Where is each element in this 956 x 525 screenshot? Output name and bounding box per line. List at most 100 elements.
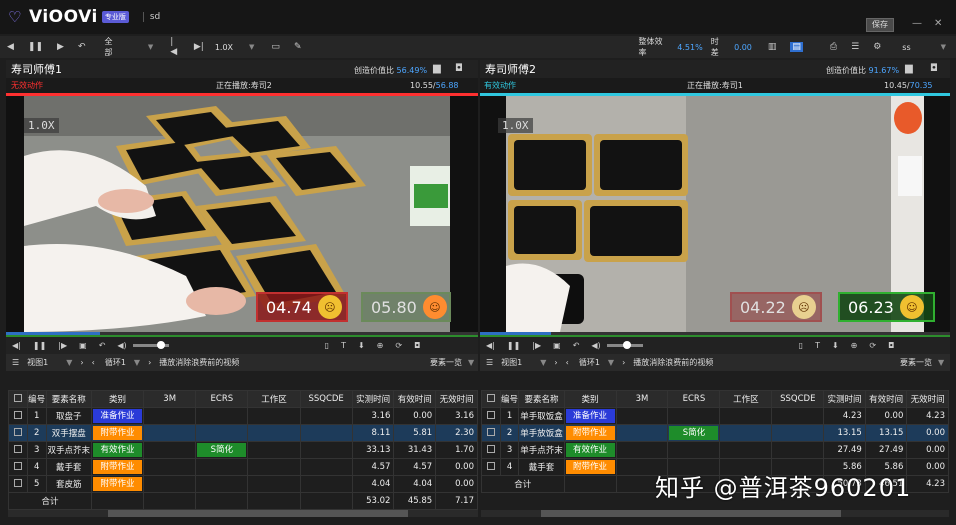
- table-row[interactable]: 3 单手点芥末 有效作业 27.49 27.49 0.00: [481, 441, 949, 459]
- chevron-left-icon[interactable]: ‹: [566, 358, 569, 367]
- snapshot-icon[interactable]: ▣: [79, 341, 87, 350]
- user-select[interactable]: ss: [902, 43, 910, 52]
- volume-icon[interactable]: ◀): [591, 341, 600, 350]
- row-checkbox[interactable]: [481, 424, 501, 442]
- prev-frame-icon[interactable]: ◀|: [12, 341, 21, 350]
- chevron-down-icon[interactable]: ▼: [249, 43, 254, 51]
- column-header[interactable]: 实测时间: [351, 390, 395, 408]
- pause-icon[interactable]: ❚❚: [33, 341, 46, 350]
- refresh-icon[interactable]: ⟳: [869, 341, 876, 350]
- table-row[interactable]: 2 双手摆盘 附带作业 8.11 5.81 2.30: [8, 424, 478, 442]
- chevron-left-icon[interactable]: ‹: [92, 358, 95, 367]
- chevron-down-icon[interactable]: ▼: [468, 358, 474, 367]
- print-icon[interactable]: ⎙: [830, 42, 837, 52]
- table-row[interactable]: 4 戴手套 附带作业 4.57 4.57 0.00: [8, 458, 478, 476]
- chevron-down-icon[interactable]: ▼: [941, 43, 946, 51]
- pen-icon[interactable]: ✎: [294, 42, 302, 52]
- loop-select[interactable]: 循环1: [579, 357, 600, 368]
- pause-icon[interactable]: ❚❚: [507, 341, 520, 350]
- element-mode-select[interactable]: 要素一览: [900, 357, 932, 368]
- row-checkbox[interactable]: [8, 475, 28, 493]
- speed-select[interactable]: 1.0X: [215, 43, 233, 52]
- column-header[interactable]: ECRS: [667, 390, 721, 408]
- step-forward-icon[interactable]: ▶|: [194, 42, 204, 52]
- undo-icon[interactable]: ↶: [78, 42, 86, 52]
- camera-icon[interactable]: ◘: [930, 63, 938, 74]
- play-icon[interactable]: ▶: [57, 42, 64, 52]
- refresh-icon[interactable]: ⟳: [395, 341, 402, 350]
- select-all-checkbox[interactable]: [481, 390, 501, 408]
- minimize-icon[interactable]: —: [912, 18, 922, 29]
- table-row[interactable]: 5 套皮筋 附带作业 4.04 4.04 0.00: [8, 475, 478, 493]
- chevron-right-icon[interactable]: ›: [80, 358, 83, 367]
- video-player[interactable]: 1.0X 04.74 ☹ 05.80 ☺: [6, 96, 478, 332]
- loop-select[interactable]: 循环1: [105, 357, 126, 368]
- camera-icon[interactable]: ◘: [888, 341, 894, 350]
- row-checkbox[interactable]: [481, 458, 501, 476]
- column-header[interactable]: SSQCDE: [299, 390, 353, 408]
- table-row[interactable]: 1 取盘子 准备作业 3.16 0.00 3.16: [8, 407, 478, 425]
- select-all-checkbox[interactable]: [8, 390, 28, 408]
- horizontal-scrollbar[interactable]: [481, 510, 949, 517]
- single-view-icon[interactable]: ▤: [790, 42, 803, 52]
- row-checkbox[interactable]: [481, 441, 501, 459]
- column-header[interactable]: 实测时间: [823, 390, 866, 408]
- menu-icon[interactable]: ☰: [851, 42, 859, 52]
- horizontal-scrollbar[interactable]: [8, 510, 478, 517]
- document-icon[interactable]: ▯: [325, 341, 329, 350]
- document-icon[interactable]: ▯: [799, 341, 803, 350]
- element-mode-select[interactable]: 要素一览: [430, 357, 462, 368]
- column-header[interactable]: 3M: [615, 390, 669, 408]
- play-mode-label[interactable]: 播放消除浪费前的视频: [633, 357, 713, 368]
- zoom-in-icon[interactable]: ⊕: [851, 341, 858, 350]
- comment-icon[interactable]: ▭: [271, 42, 280, 52]
- save-button[interactable]: 保存: [866, 18, 894, 32]
- chevron-down-icon[interactable]: ▼: [66, 358, 72, 367]
- view-select[interactable]: 视图1: [27, 357, 48, 368]
- column-header[interactable]: 有效时间: [864, 390, 908, 408]
- gear-icon[interactable]: ⚙: [873, 42, 881, 52]
- volume-icon[interactable]: ◀): [117, 341, 126, 350]
- column-header[interactable]: ECRS: [195, 390, 249, 408]
- filter-select[interactable]: 全部: [104, 36, 119, 58]
- download-icon[interactable]: ⬇: [832, 341, 839, 350]
- menu-icon[interactable]: ☰: [486, 358, 493, 367]
- close-icon[interactable]: ✕: [934, 18, 942, 29]
- row-checkbox[interactable]: [8, 407, 28, 425]
- folder-icon[interactable]: ▆: [905, 63, 913, 74]
- undo-icon[interactable]: ↶: [99, 341, 106, 350]
- table-row[interactable]: 2 单手放饭盒 附带作业 S简化 13.15 13.15 0.00: [481, 424, 949, 442]
- column-header[interactable]: 编号: [26, 390, 47, 408]
- prev-frame-icon[interactable]: ◀|: [486, 341, 495, 350]
- volume-slider[interactable]: [606, 341, 643, 349]
- text-icon[interactable]: T: [815, 341, 820, 350]
- column-header[interactable]: 要素名称: [518, 390, 565, 408]
- column-header[interactable]: 类别: [563, 390, 617, 408]
- table-row[interactable]: 1 单手取饭盒 准备作业 4.23 0.00 4.23: [481, 407, 949, 425]
- column-header[interactable]: 工作区: [247, 390, 301, 408]
- pause-icon[interactable]: ❚❚: [28, 42, 43, 52]
- volume-slider[interactable]: [132, 341, 169, 349]
- row-checkbox[interactable]: [481, 407, 501, 425]
- next-frame-icon[interactable]: |▶: [532, 341, 541, 350]
- prev-icon[interactable]: ◀: [7, 42, 14, 52]
- chevron-right-icon[interactable]: ›: [148, 358, 151, 367]
- column-header[interactable]: 3M: [143, 390, 197, 408]
- chevron-down-icon[interactable]: ▼: [938, 358, 944, 367]
- column-header[interactable]: 无效时间: [906, 390, 949, 408]
- next-frame-icon[interactable]: |▶: [58, 341, 67, 350]
- chevron-right-icon[interactable]: ›: [554, 358, 557, 367]
- column-header[interactable]: 类别: [90, 390, 145, 408]
- column-header[interactable]: 编号: [499, 390, 520, 408]
- row-checkbox[interactable]: [8, 424, 28, 442]
- folder-icon[interactable]: ▆: [433, 63, 441, 74]
- play-mode-label[interactable]: 播放消除浪费前的视频: [159, 357, 239, 368]
- zoom-in-icon[interactable]: ⊕: [377, 341, 384, 350]
- table-row[interactable]: 3 双手点芥末 有效作业 S简化 33.13 31.43 1.70: [8, 441, 478, 459]
- column-header[interactable]: 要素名称: [45, 390, 92, 408]
- camera-icon[interactable]: ◘: [455, 63, 463, 74]
- snapshot-icon[interactable]: ▣: [553, 341, 561, 350]
- chevron-right-icon[interactable]: ›: [622, 358, 625, 367]
- text-icon[interactable]: T: [341, 341, 346, 350]
- chevron-down-icon[interactable]: ▼: [134, 358, 140, 367]
